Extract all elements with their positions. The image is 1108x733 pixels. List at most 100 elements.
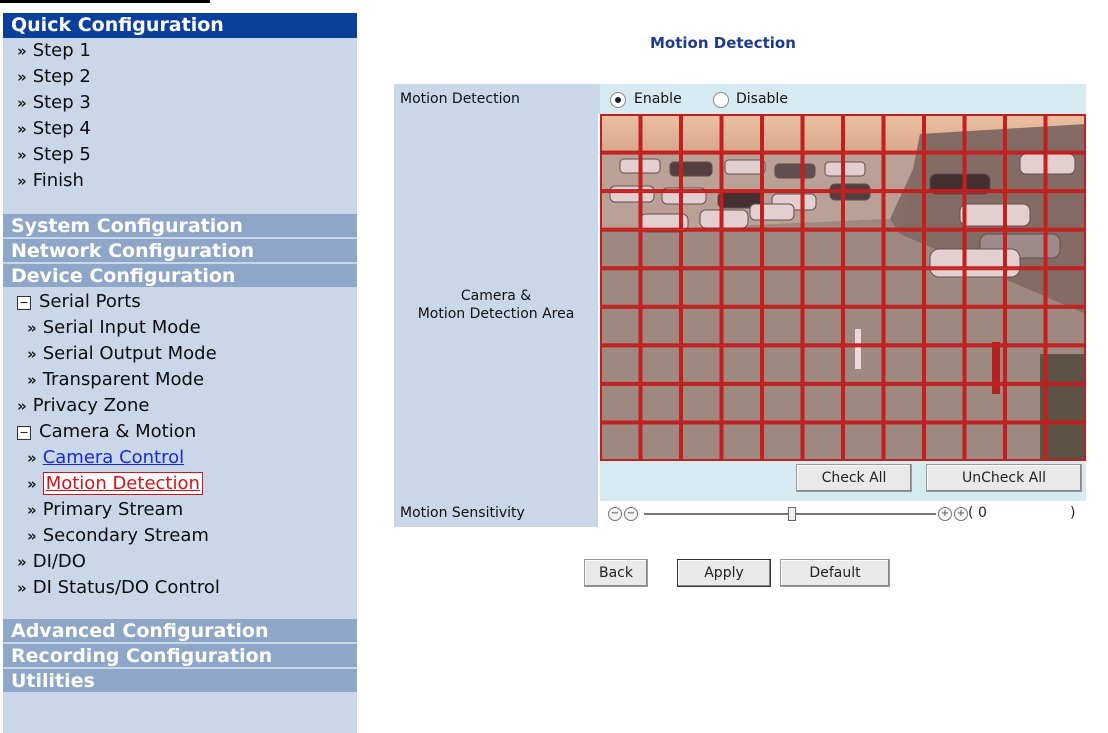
section-quick-configuration[interactable]: Quick Configuration xyxy=(3,13,357,38)
grid-cell[interactable] xyxy=(843,383,884,423)
check-all-button[interactable]: Check All xyxy=(796,464,912,492)
serial-output-mode-label[interactable]: Serial Output Mode xyxy=(43,343,217,364)
grid-cell[interactable] xyxy=(843,191,884,230)
grid-cell[interactable] xyxy=(964,152,1005,192)
nav-step-4-label[interactable]: Step 4 xyxy=(33,118,91,139)
grid-cell[interactable] xyxy=(1045,345,1086,384)
grid-cell[interactable] xyxy=(1005,152,1046,192)
nav-step-3-label[interactable]: Step 3 xyxy=(33,92,91,113)
transparent-mode-label[interactable]: Transparent Mode xyxy=(43,369,204,390)
section-device-configuration[interactable]: Device Configuration xyxy=(3,264,357,289)
grid-cell[interactable] xyxy=(883,345,924,384)
secondary-stream-label[interactable]: Secondary Stream xyxy=(43,525,209,546)
grid-cell[interactable] xyxy=(600,114,641,153)
back-button[interactable]: Back xyxy=(584,559,648,587)
grid-cell[interactable] xyxy=(1045,191,1086,230)
tree-camera-motion[interactable]: − Camera & Motion xyxy=(3,419,357,445)
grid-cell[interactable] xyxy=(883,229,924,269)
grid-cell[interactable] xyxy=(640,345,681,384)
grid-cell[interactable] xyxy=(681,268,722,307)
camera-preview[interactable] xyxy=(600,114,1086,461)
grid-cell[interactable] xyxy=(762,422,803,461)
tree-serial-ports[interactable]: − Serial Ports xyxy=(3,289,357,315)
grid-cell[interactable] xyxy=(721,191,762,230)
grid-cell[interactable] xyxy=(762,229,803,269)
grid-cell[interactable] xyxy=(883,383,924,423)
grid-cell[interactable] xyxy=(1045,229,1086,269)
grid-cell[interactable] xyxy=(924,268,965,307)
grid-cell[interactable] xyxy=(681,114,722,153)
grid-cell[interactable] xyxy=(762,383,803,423)
nav-step-1[interactable]: » Step 1 xyxy=(3,38,357,64)
grid-cell[interactable] xyxy=(762,114,803,153)
grid-cell[interactable] xyxy=(640,191,681,230)
grid-cell[interactable] xyxy=(883,114,924,153)
grid-cell[interactable] xyxy=(640,114,681,153)
nav-camera-control[interactable]: » Camera Control xyxy=(3,445,357,471)
grid-cell[interactable] xyxy=(1045,306,1086,346)
grid-cell[interactable] xyxy=(802,383,843,423)
grid-cell[interactable] xyxy=(1005,345,1046,384)
grid-cell[interactable] xyxy=(802,229,843,269)
grid-cell[interactable] xyxy=(600,306,641,346)
grid-cell[interactable] xyxy=(600,152,641,192)
grid-cell[interactable] xyxy=(681,191,722,230)
grid-cell[interactable] xyxy=(1045,152,1086,192)
collapse-icon[interactable]: − xyxy=(17,296,31,310)
primary-stream-label[interactable]: Primary Stream xyxy=(43,499,183,520)
grid-cell[interactable] xyxy=(924,152,965,192)
grid-cell[interactable] xyxy=(843,114,884,153)
grid-cell[interactable] xyxy=(802,152,843,192)
grid-cell[interactable] xyxy=(600,345,641,384)
grid-cell[interactable] xyxy=(681,306,722,346)
grid-cell[interactable] xyxy=(600,191,641,230)
grid-cell[interactable] xyxy=(1005,306,1046,346)
grid-cell[interactable] xyxy=(964,268,1005,307)
collapse-icon[interactable]: − xyxy=(17,426,31,440)
grid-cell[interactable] xyxy=(802,191,843,230)
grid-cell[interactable] xyxy=(843,268,884,307)
grid-cell[interactable] xyxy=(681,229,722,269)
grid-cell[interactable] xyxy=(640,268,681,307)
grid-cell[interactable] xyxy=(964,229,1005,269)
grid-cell[interactable] xyxy=(802,114,843,153)
nav-serial-output-mode[interactable]: » Serial Output Mode xyxy=(3,341,357,367)
grid-cell[interactable] xyxy=(1005,114,1046,153)
serial-ports-label[interactable]: Serial Ports xyxy=(39,291,141,312)
grid-cell[interactable] xyxy=(843,229,884,269)
privacy-zone-label[interactable]: Privacy Zone xyxy=(33,395,150,416)
nav-step-5-label[interactable]: Step 5 xyxy=(33,144,91,165)
maximum-icon[interactable]: + xyxy=(938,507,952,521)
grid-cell[interactable] xyxy=(1045,422,1086,461)
nav-privacy-zone[interactable]: » Privacy Zone xyxy=(3,393,357,419)
nav-step-3[interactable]: » Step 3 xyxy=(3,90,357,116)
section-advanced-configuration[interactable]: Advanced Configuration xyxy=(3,619,357,644)
grid-cell[interactable] xyxy=(883,306,924,346)
grid-cell[interactable] xyxy=(600,383,641,423)
grid-cell[interactable] xyxy=(964,191,1005,230)
grid-cell[interactable] xyxy=(721,345,762,384)
grid-cell[interactable] xyxy=(924,422,965,461)
enable-label[interactable]: Enable xyxy=(634,91,682,107)
sensitivity-slider-thumb[interactable] xyxy=(788,507,796,521)
grid-cell[interactable] xyxy=(721,306,762,346)
grid-cell[interactable] xyxy=(721,152,762,192)
grid-cell[interactable] xyxy=(883,422,924,461)
grid-cell[interactable] xyxy=(681,383,722,423)
nav-serial-input-mode[interactable]: » Serial Input Mode xyxy=(3,315,357,341)
grid-cell[interactable] xyxy=(762,306,803,346)
grid-cell[interactable] xyxy=(721,229,762,269)
grid-cell[interactable] xyxy=(1045,114,1086,153)
disable-label[interactable]: Disable xyxy=(736,91,788,107)
grid-cell[interactable] xyxy=(964,114,1005,153)
apply-button[interactable]: Apply xyxy=(677,559,771,587)
grid-cell[interactable] xyxy=(843,345,884,384)
enable-radio[interactable] xyxy=(610,92,626,108)
grid-cell[interactable] xyxy=(762,345,803,384)
nav-di-status[interactable]: » DI Status/DO Control xyxy=(3,575,357,601)
grid-cell[interactable] xyxy=(802,306,843,346)
grid-cell[interactable] xyxy=(924,306,965,346)
grid-cell[interactable] xyxy=(883,191,924,230)
grid-cell[interactable] xyxy=(721,268,762,307)
di-status-label[interactable]: DI Status/DO Control xyxy=(33,577,220,598)
